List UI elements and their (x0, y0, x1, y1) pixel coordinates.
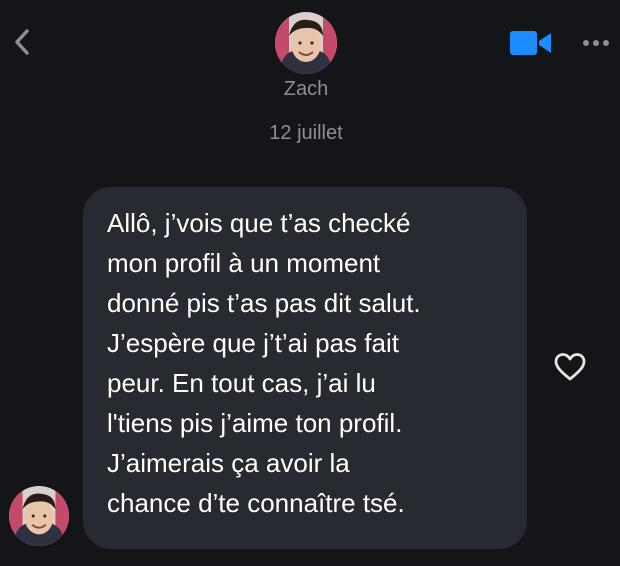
message-line: J’espère que j’t’ai pas fait (107, 328, 399, 358)
more-horizontal-icon (583, 40, 609, 46)
more-options-button[interactable] (578, 28, 614, 58)
profile-photo (9, 486, 69, 546)
message-line: donné pis t’as pas dit salut. (107, 288, 421, 318)
message-line: chance d’te connaître tsé. (107, 488, 405, 518)
message-line: l'tiens pis j’aime ton profil. (107, 408, 403, 438)
message-line: Allô, j’vois que t’as checké (107, 208, 411, 238)
message-text: Allô, j’vois que t’as checké mon profil … (107, 203, 509, 523)
video-call-button[interactable] (508, 28, 554, 58)
message-line: J’aimerais ça avoir la (107, 448, 350, 478)
like-message-button[interactable] (552, 350, 588, 384)
message-line: mon profil à un moment (107, 248, 381, 278)
video-camera-icon (510, 31, 551, 55)
profile-photo (275, 12, 337, 74)
heart-outline-icon (554, 353, 586, 381)
chevron-left-icon (15, 29, 29, 55)
sender-avatar[interactable] (9, 486, 69, 546)
contact-avatar[interactable] (275, 12, 337, 74)
message-line: peur. En tout cas, j’ai lu (107, 368, 376, 398)
date-separator: 12 juillet (269, 122, 343, 144)
contact-name[interactable]: Zach (200, 78, 412, 101)
back-button[interactable] (8, 24, 36, 60)
message-bubble[interactable]: Allô, j’vois que t’as checké mon profil … (83, 187, 527, 549)
